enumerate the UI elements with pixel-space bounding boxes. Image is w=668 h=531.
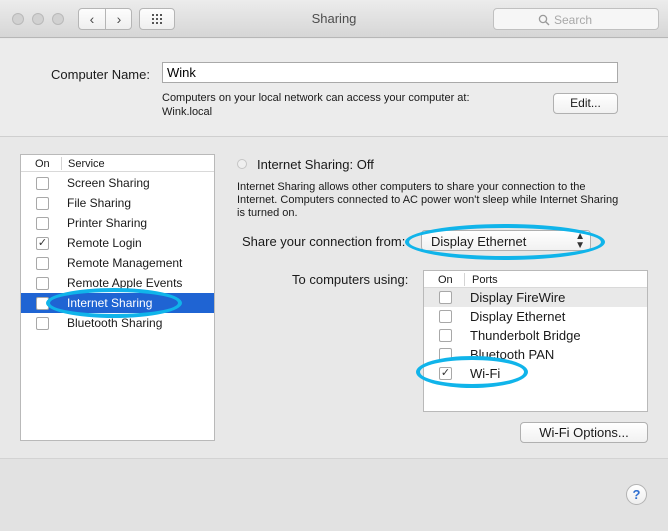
column-header-service[interactable]: Service [68,158,105,170]
computer-name-section [0,39,668,137]
local-hostname: Wink.local [162,106,213,118]
port-label: Bluetooth PAN [470,347,555,362]
port-row[interactable]: Display FireWire [424,288,647,307]
service-label: Internet Sharing [67,296,153,310]
service-row[interactable]: Remote Management [21,253,214,273]
service-list-header: On Service [21,155,214,172]
service-checkbox[interactable] [36,277,49,290]
search-field[interactable]: Search [493,8,659,30]
service-checkbox[interactable] [36,177,49,190]
service-checkbox[interactable] [36,257,49,270]
title-bar: ‹ › Sharing Search [0,0,668,38]
port-label: Thunderbolt Bridge [470,328,581,343]
port-label: Display FireWire [470,290,566,305]
bottom-bar [0,458,668,531]
ports-list: On Ports Display FireWire Display Ethern… [423,270,648,412]
service-checkbox[interactable] [36,217,49,230]
port-checkbox[interactable] [439,291,452,304]
service-label: Bluetooth Sharing [67,316,163,330]
port-checkbox[interactable] [439,329,452,342]
edit-button[interactable]: Edit... [553,93,618,114]
service-label: Printer Sharing [67,216,148,230]
service-label: Remote Login [67,236,142,250]
search-placeholder: Search [554,13,593,27]
question-mark-icon: ? [632,487,641,502]
share-from-value: Display Ethernet [431,234,527,249]
port-row[interactable]: Display Ethernet [424,307,647,326]
port-label: Display Ethernet [470,309,566,324]
port-row[interactable]: Thunderbolt Bridge [424,326,647,345]
service-row[interactable]: Printer Sharing [21,213,214,233]
service-row[interactable]: ✓ Remote Login [21,233,214,253]
service-checkbox[interactable] [36,197,49,210]
service-checkbox[interactable] [36,297,49,310]
port-checkbox[interactable] [439,310,452,323]
internet-sharing-status: Internet Sharing: Off [257,157,374,172]
checkmark-icon: ✓ [37,237,48,249]
computer-name-description: Computers on your local network can acce… [162,91,470,119]
computer-name-input[interactable] [162,62,618,83]
help-button[interactable]: ? [626,484,647,505]
sharing-window: ‹ › Sharing Search Computer Name: Wink C… [0,0,668,531]
network-access-text: Computers on your local network can acce… [162,92,470,104]
service-row[interactable]: Remote Apple Events [21,273,214,293]
service-checkbox-checked[interactable]: ✓ [36,237,49,250]
checkmark-icon: ✓ [440,367,451,379]
port-checkbox-checked[interactable]: ✓ [439,367,452,380]
column-header-on[interactable]: On [438,274,453,286]
share-from-select[interactable]: Display Ethernet ▲ ▼ [421,230,591,251]
service-checkbox[interactable] [36,317,49,330]
service-label: File Sharing [67,196,132,210]
updown-arrows-icon: ▲ ▼ [575,231,585,251]
service-row[interactable]: File Sharing [21,193,214,213]
service-label: Screen Sharing [67,176,150,190]
service-label: Remote Management [67,256,183,270]
service-row[interactable]: Screen Sharing [21,173,214,193]
port-row[interactable]: ✓ Wi-Fi [424,364,647,383]
service-row-selected[interactable]: Internet Sharing [21,293,214,313]
computer-name-label: Computer Name: [51,67,150,82]
search-icon [538,14,550,26]
ports-list-header: On Ports [424,271,647,288]
status-indicator-icon [237,159,247,169]
port-checkbox[interactable] [439,348,452,361]
service-list: On Service Screen Sharing File Sharing P… [20,154,215,441]
internet-sharing-description: Internet Sharing allows other computers … [237,181,619,219]
port-label: Wi-Fi [470,366,501,381]
share-from-label: Share your connection from: [242,234,406,249]
wifi-options-button[interactable]: Wi-Fi Options... [520,422,648,443]
service-row[interactable]: Bluetooth Sharing [21,313,214,333]
port-row[interactable]: Bluetooth PAN [424,345,647,364]
column-header-ports[interactable]: Ports [472,274,498,286]
service-label: Remote Apple Events [67,276,183,290]
to-computers-label: To computers using: [292,272,409,287]
column-header-on[interactable]: On [35,158,50,170]
